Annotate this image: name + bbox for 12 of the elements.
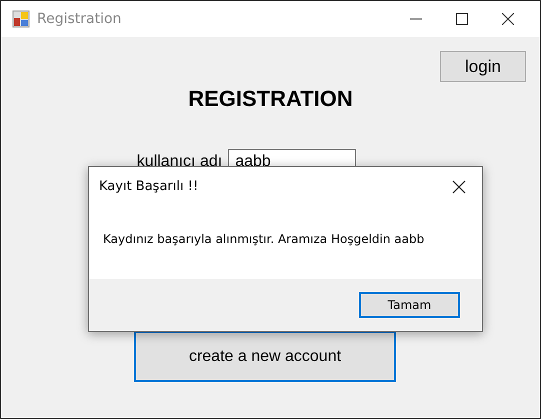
username-label: kullanıcı adı	[136, 153, 222, 171]
app-icon	[12, 10, 30, 28]
maximize-icon[interactable]	[456, 13, 468, 25]
ok-button[interactable]: Tamam	[359, 292, 460, 318]
heading: REGISTRATION	[187, 86, 354, 112]
close-icon[interactable]	[502, 13, 514, 25]
login-button[interactable]: login	[440, 51, 526, 82]
create-account-button[interactable]: create a new account	[134, 331, 396, 382]
dialog-message: Kaydınız başarıyla alınmıştır. Aramıza Hoşgeldin aabb	[102, 231, 426, 248]
close-icon[interactable]	[452, 180, 466, 194]
dialog-title: Kayıt Başarılı !!	[99, 179, 198, 194]
window-title: Registration	[37, 11, 122, 27]
